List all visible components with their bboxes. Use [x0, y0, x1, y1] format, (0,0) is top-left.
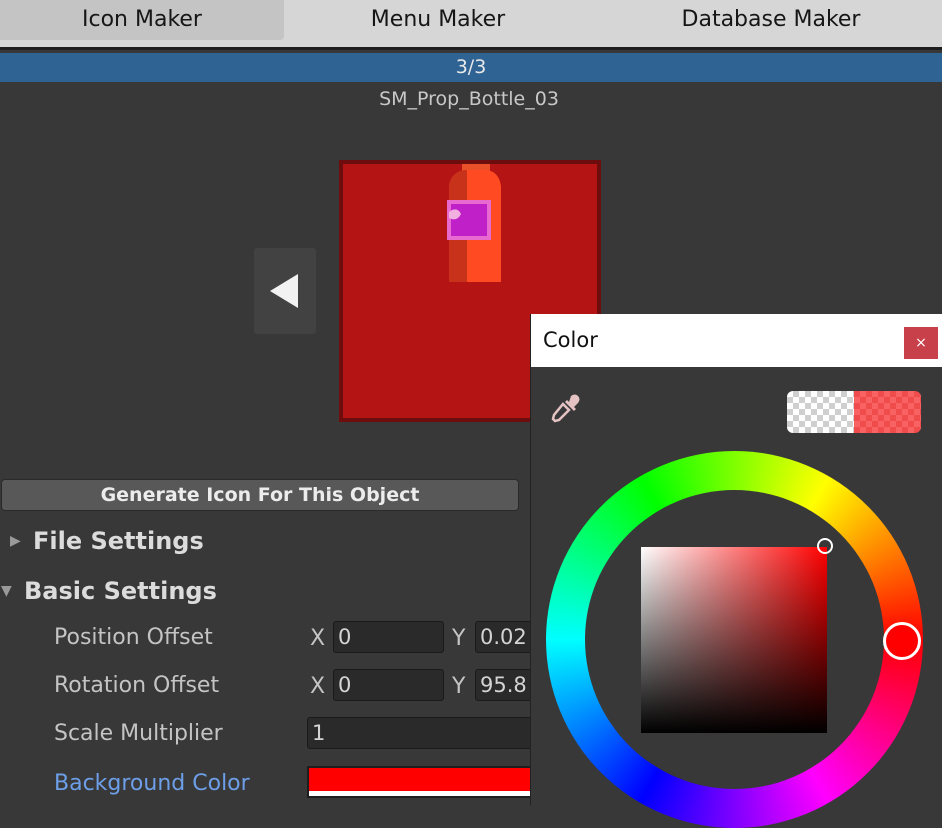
- background-color-field[interactable]: [307, 766, 533, 798]
- rotation-x-label: X: [310, 674, 326, 699]
- previous-color-swatch[interactable]: [787, 391, 854, 433]
- tab-database-maker[interactable]: Database Maker: [600, 0, 942, 40]
- collapse-arrow-icon: ▼: [1, 583, 12, 599]
- rotation-offset-label: Rotation Offset: [54, 673, 220, 698]
- hue-handle[interactable]: [883, 622, 921, 660]
- saturation-value-handle[interactable]: [817, 538, 833, 554]
- current-color-swatch: [854, 391, 921, 433]
- triangle-left-icon: [270, 274, 298, 308]
- progress-bar: 3/3: [0, 53, 942, 82]
- object-name: SM_Prop_Bottle_03: [379, 88, 559, 110]
- scale-multiplier-label: Scale Multiplier: [54, 721, 223, 746]
- eyedropper-icon[interactable]: [549, 392, 581, 428]
- position-y-label: Y: [452, 626, 466, 651]
- scale-multiplier-field[interactable]: 1: [307, 717, 533, 749]
- color-swatch: [787, 391, 921, 433]
- tab-icon-maker[interactable]: Icon Maker: [0, 0, 284, 40]
- basic-settings-label: Basic Settings: [24, 577, 217, 605]
- saturation-value-square[interactable]: [641, 547, 827, 733]
- background-color-label: Background Color: [54, 771, 250, 796]
- rotation-x-field[interactable]: 0: [333, 669, 444, 701]
- tab-bar: Icon Maker Menu Maker Database Maker: [0, 0, 942, 50]
- previous-button[interactable]: [254, 248, 316, 334]
- color-picker-window: Color ×: [530, 314, 942, 828]
- position-x-label: X: [310, 626, 326, 651]
- position-y-field[interactable]: 0.02: [475, 621, 533, 653]
- expand-arrow-icon: ▶: [10, 533, 21, 549]
- generate-icon-button[interactable]: Generate Icon For This Object: [1, 479, 519, 511]
- position-x-field[interactable]: 0: [333, 621, 444, 653]
- file-settings-label: File Settings: [33, 527, 204, 555]
- rotation-y-label: Y: [452, 674, 466, 699]
- color-picker-title: Color: [543, 328, 598, 352]
- tab-menu-maker[interactable]: Menu Maker: [300, 0, 576, 40]
- color-picker-titlebar[interactable]: Color ×: [531, 314, 942, 367]
- rotation-y-field[interactable]: 95.8: [475, 669, 533, 701]
- alpha-bar: [309, 791, 531, 796]
- close-button[interactable]: ×: [904, 327, 938, 359]
- position-offset-label: Position Offset: [54, 625, 213, 650]
